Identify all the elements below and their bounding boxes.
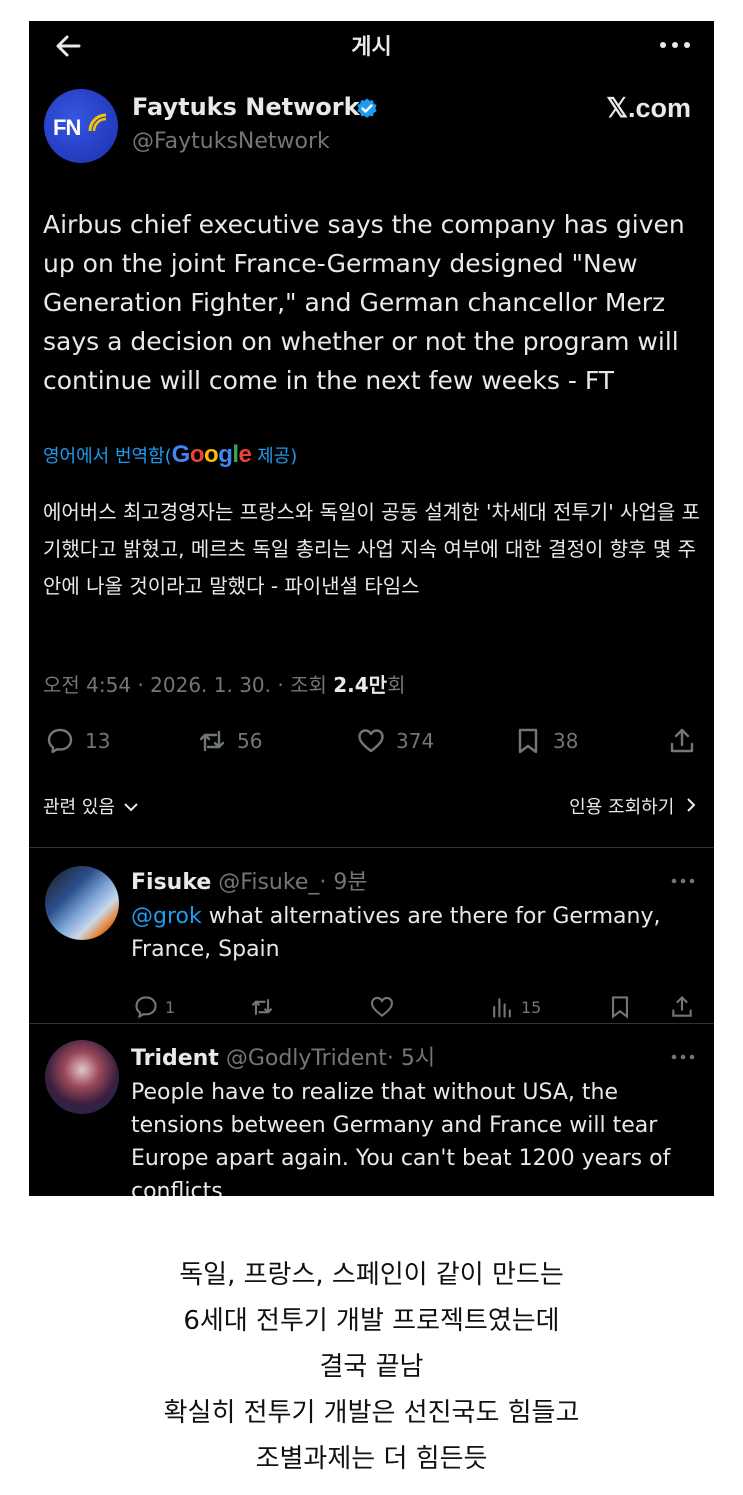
caption-line: 확실히 전투기 개발은 선진국도 힘들고 <box>163 1398 580 1428</box>
reply-reply-count: 1 <box>165 997 176 1017</box>
chevron-right-icon <box>687 798 696 812</box>
repost-icon <box>251 999 273 1015</box>
reply-author-handle[interactable]: @GodlyTrident <box>226 1046 387 1071</box>
translated-text: 에어버스 최고경영자는 프랑스와 독일이 공동 설계한 '차세대 전투기' 사업… <box>43 500 701 598</box>
reply-time: · 5시 <box>386 1046 436 1071</box>
app-screen: 게시 FN Faytuks Network @FaytuksNetwork 𝕏.… <box>29 21 714 1196</box>
related-label: 관련 있음 <box>43 797 115 818</box>
reply-item[interactable]: Trident @GodlyTrident· 5시 People have to… <box>29 1024 714 1196</box>
reply-text: People have to realize that without USA,… <box>131 1080 671 1196</box>
reply-body: what alternatives are there for Germany,… <box>131 904 661 962</box>
views-chart-icon <box>493 998 511 1018</box>
related-dropdown[interactable]: 관련 있음 <box>43 793 139 819</box>
caption-line: 결국 끝남 <box>319 1352 424 1382</box>
share-icon <box>670 728 694 753</box>
like-button[interactable]: 374 <box>356 721 434 761</box>
share-icon <box>672 995 692 1017</box>
caption: 독일, 프랑스, 스페인이 같이 만드는 6세대 전투기 개발 프로젝트였는데 … <box>0 1252 743 1482</box>
repost-button[interactable]: 56 <box>197 721 262 761</box>
verified-badge-icon <box>357 98 377 118</box>
like-count: 374 <box>396 729 435 753</box>
reply-view-count: 15 <box>521 997 542 1017</box>
view-quotes-label: 인용 조회하기 <box>569 797 675 818</box>
bookmark-button[interactable]: 38 <box>513 721 578 761</box>
bookmark-count: 38 <box>553 729 579 753</box>
post-text: Airbus chief executive says the company … <box>43 210 685 395</box>
bookmark-icon <box>612 996 628 1019</box>
page-title: 게시 <box>351 35 392 60</box>
reply-bookmark-button[interactable] <box>607 994 639 1020</box>
caption-line: 6세대 전투기 개발 프로젝트였는데 <box>183 1306 560 1336</box>
top-bar: 게시 <box>29 21 714 69</box>
repost-count: 56 <box>237 729 263 753</box>
share-button[interactable] <box>667 721 707 761</box>
translation-note[interactable]: 영어에서 번역함(Google 제공) <box>43 441 297 469</box>
reply-icon <box>135 996 157 1019</box>
reply-time: · 9분 <box>319 870 368 895</box>
reply-text: @grok what alternatives are there for Ge… <box>131 900 691 966</box>
broadcast-icon <box>88 113 107 132</box>
reply-button[interactable]: 13 <box>45 721 110 761</box>
bookmark-icon <box>518 728 538 754</box>
chevron-down-icon <box>123 803 138 812</box>
reply-like-button[interactable] <box>369 994 401 1020</box>
reply-avatar[interactable] <box>45 1040 119 1114</box>
reply-repost-button[interactable] <box>249 994 281 1020</box>
reply-header: Trident @GodlyTrident· 5시 <box>131 1040 435 1072</box>
author-handle[interactable]: @FaytuksNetwork <box>132 129 330 154</box>
more-options-icon[interactable] <box>658 39 692 51</box>
heart-icon <box>358 729 384 753</box>
avatar-logo-text: FN <box>53 115 81 140</box>
reply-avatar[interactable] <box>45 866 119 940</box>
reply-header: Fisuke @Fisuke_· 9분 <box>131 864 368 896</box>
author-avatar[interactable]: FN <box>44 89 118 163</box>
reply-item[interactable]: Fisuke @Fisuke_· 9분 @grok what alternati… <box>29 848 714 1023</box>
post-author: FN Faytuks Network @FaytuksNetwork 𝕏.com <box>44 89 704 169</box>
translation-suffix: 제공) <box>251 446 298 467</box>
reply-author-handle[interactable]: @Fisuke_ <box>218 870 319 895</box>
reply-author-name[interactable]: Fisuke <box>131 870 211 895</box>
heart-icon <box>370 996 394 1017</box>
reply-views-button[interactable]: 15 <box>489 994 541 1020</box>
reply-reply-button[interactable]: 1 <box>133 994 175 1020</box>
caption-line: 독일, 프랑스, 스페인이 같이 만드는 <box>179 1260 564 1290</box>
view-suffix: 회 <box>387 673 406 697</box>
post-timestamp: 오전 4:54 · 2026. 1. 30. · 조회 <box>43 673 334 697</box>
more-options-icon[interactable] <box>670 1052 696 1062</box>
post-actions: 13 56 374 38 <box>29 721 714 763</box>
reply-mention[interactable]: @grok <box>131 904 202 929</box>
caption-line: 조별과제는 더 힘든듯 <box>255 1444 488 1474</box>
more-options-icon[interactable] <box>670 876 696 886</box>
post-meta: 오전 4:54 · 2026. 1. 30. · 조회 2.4만회 <box>43 669 405 698</box>
x-brand-label: 𝕏.com <box>606 93 691 123</box>
repost-icon <box>199 730 225 752</box>
reply-actions: 1 15 <box>129 994 699 1024</box>
view-quotes-link[interactable]: 인용 조회하기 <box>569 793 698 819</box>
reply-icon <box>47 728 73 754</box>
reply-share-button[interactable] <box>669 994 701 1020</box>
view-count: 2.4만 <box>333 673 388 697</box>
reply-count: 13 <box>85 729 111 753</box>
reply-author-name[interactable]: Trident <box>131 1046 219 1071</box>
google-logo: Google <box>171 441 252 468</box>
translation-prefix: 영어에서 번역함( <box>43 446 172 467</box>
author-name[interactable]: Faytuks Network <box>132 93 360 121</box>
